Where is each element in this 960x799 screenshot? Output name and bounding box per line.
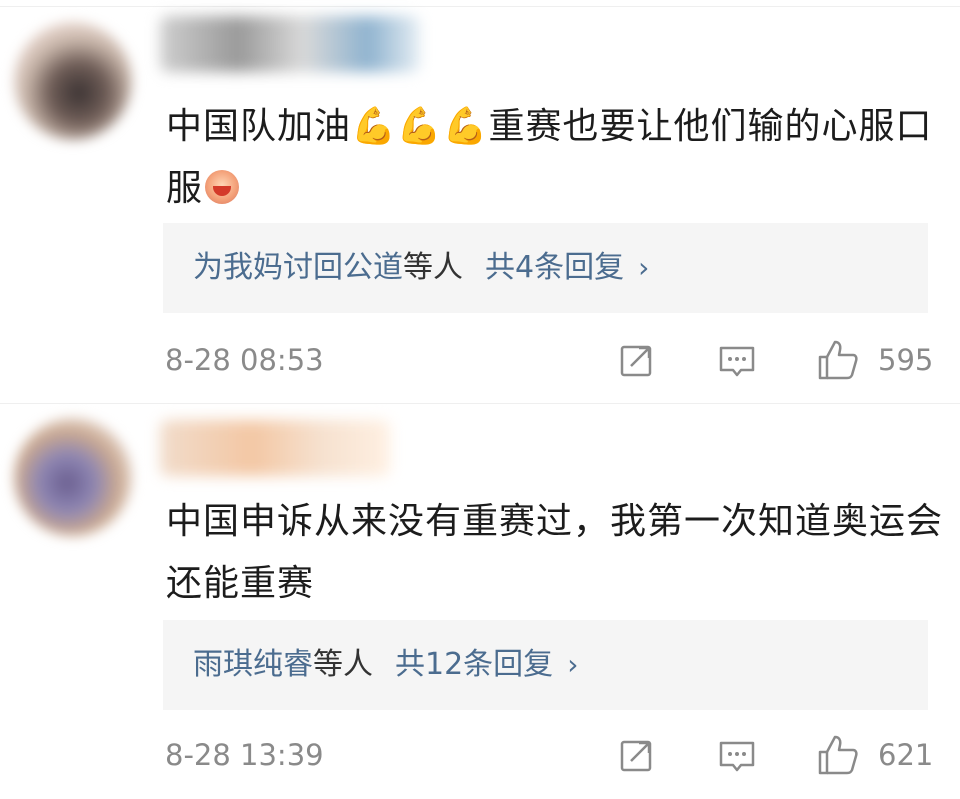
avatar[interactable] [14, 418, 132, 536]
laughing-emoji-icon [205, 170, 240, 204]
reply-suffix: 等人 [313, 647, 373, 682]
like-count: 595 [878, 343, 934, 377]
reply-suffix: 等人 [403, 250, 463, 285]
share-icon[interactable] [617, 340, 657, 380]
like-icon[interactable] [816, 733, 860, 777]
reply-names[interactable]: 为我妈讨回公道 [193, 250, 403, 285]
comment-text: 中国队加油💪💪💪重赛也要让他们输的心服口服 [166, 106, 933, 209]
divider [0, 403, 960, 404]
comment-meta: 8-28 13:39 621 [0, 725, 960, 785]
timestamp: 8-28 13:39 [165, 738, 324, 772]
reply-names[interactable]: 雨琪纯睿 [193, 647, 313, 682]
divider [0, 6, 960, 7]
avatar[interactable] [14, 22, 132, 140]
like-count: 621 [878, 738, 934, 772]
reply-summary[interactable]: 为我妈讨回公道等人 共4条回复 › [163, 223, 928, 313]
username-blurred[interactable] [160, 420, 390, 476]
share-icon[interactable] [617, 735, 657, 775]
chevron-right-icon: › [567, 648, 579, 681]
reply-count[interactable]: 共4条回复 [485, 250, 624, 285]
chevron-right-icon: › [638, 251, 650, 284]
like-icon[interactable] [816, 338, 860, 382]
comment-meta: 8-28 08:53 595 [0, 330, 960, 390]
comment-icon[interactable] [717, 735, 757, 775]
comment-text: 中国申诉从来没有重赛过，我第一次知道奥运会还能重赛 [166, 501, 944, 604]
comment-icon[interactable] [717, 340, 757, 380]
username-blurred[interactable] [160, 16, 420, 72]
flexed-arm-emoji-icon: 💪💪💪 [351, 106, 489, 147]
reply-summary[interactable]: 雨琪纯睿等人 共12条回复 › [163, 620, 928, 710]
reply-count[interactable]: 共12条回复 [395, 647, 553, 682]
timestamp: 8-28 08:53 [165, 343, 324, 377]
